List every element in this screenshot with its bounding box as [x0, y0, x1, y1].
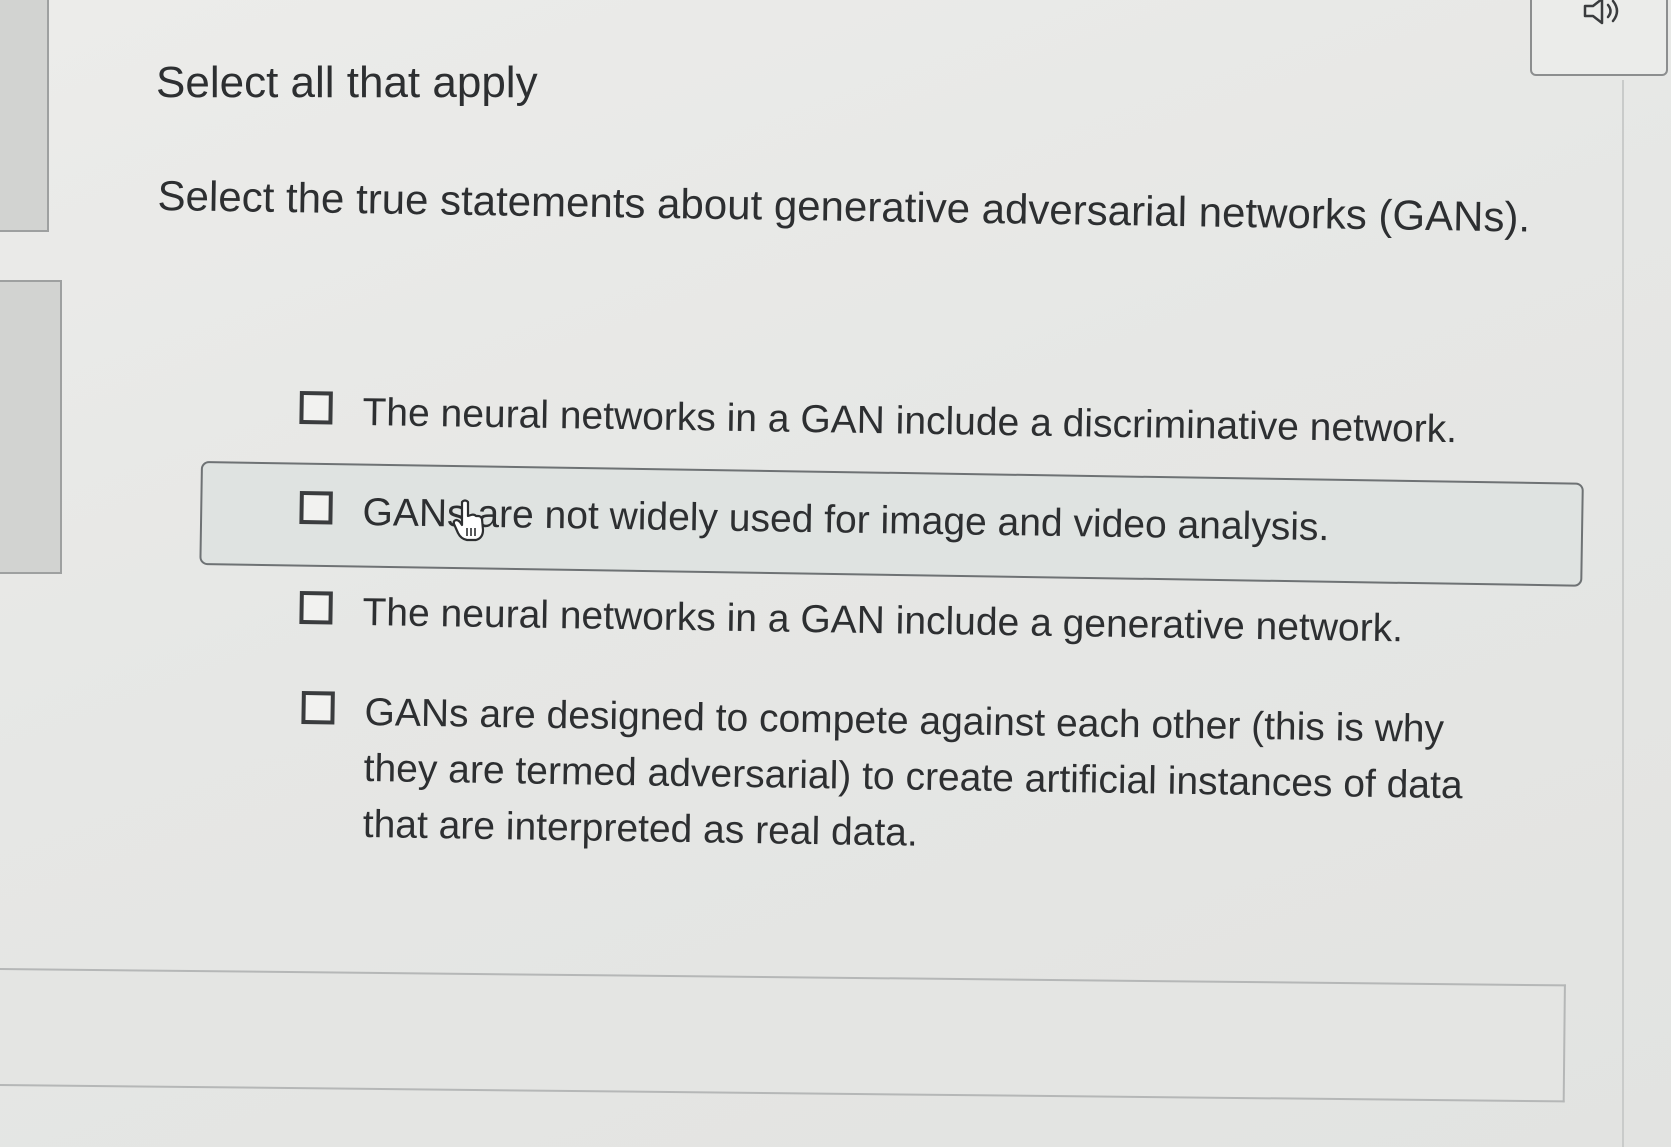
hand-pointer-icon	[452, 499, 485, 542]
option-3-checkbox[interactable]	[299, 590, 333, 625]
bottom-panel	[0, 968, 1566, 1103]
option-1[interactable]: The neural networks in a GAN include a d…	[299, 384, 1580, 460]
right-divider	[1622, 80, 1624, 1147]
option-3-label: The neural networks in a GAN include a g…	[362, 590, 1404, 651]
option-2-checkbox[interactable]	[299, 490, 333, 525]
option-4-label: GANs are designed to compete against eac…	[362, 690, 1463, 855]
option-4-checkbox[interactable]	[301, 690, 335, 725]
option-4[interactable]: GANs are designed to compete against eac…	[299, 684, 1501, 871]
option-1-checkbox[interactable]	[299, 390, 333, 425]
option-3[interactable]: The neural networks in a GAN include a g…	[299, 584, 1560, 660]
option-1-label: The neural networks in a GAN include a d…	[362, 390, 1458, 452]
